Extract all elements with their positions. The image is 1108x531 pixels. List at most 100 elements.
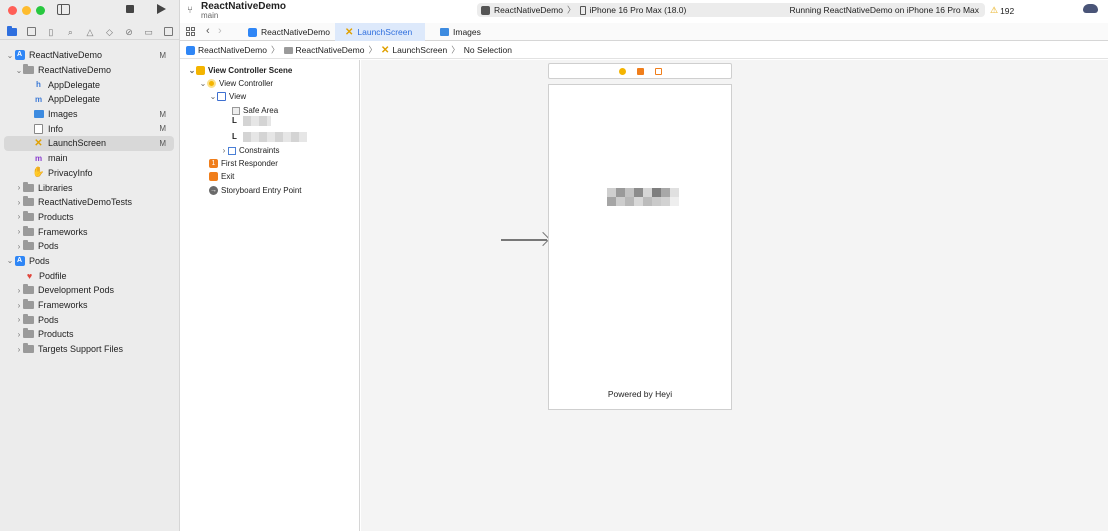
minimize-window-button[interactable] bbox=[22, 6, 31, 15]
warning-count: 192 bbox=[1000, 5, 1015, 16]
warning-triangle-icon: △ bbox=[86, 26, 94, 37]
tab-images[interactable]: Images bbox=[430, 23, 510, 41]
tree-row-group[interactable]: › ReactNativeDemoTests bbox=[0, 195, 180, 210]
find-tab[interactable]: ⌕ bbox=[65, 27, 75, 37]
chevron-right-icon[interactable]: › bbox=[15, 212, 23, 221]
outline-constraints[interactable]: › Constraints bbox=[220, 144, 280, 157]
tree-row-label: main bbox=[48, 153, 68, 164]
branch-name[interactable]: main bbox=[201, 11, 218, 20]
tree-row-group[interactable]: › Pods bbox=[0, 239, 180, 254]
chevron-left-icon[interactable]: ‹ bbox=[206, 25, 210, 37]
outline-label-item[interactable]: L bbox=[232, 130, 307, 143]
reports-tab[interactable] bbox=[163, 26, 173, 37]
tree-row-project[interactable]: ⌄ A ReactNativeDemo M bbox=[0, 48, 180, 63]
entry-point-arrow-icon[interactable] bbox=[501, 239, 547, 241]
tree-row-label: Frameworks bbox=[38, 226, 88, 237]
account-cloud-icon[interactable] bbox=[1083, 4, 1098, 13]
tree-row-file[interactable]: ♥ Podfile bbox=[0, 268, 180, 283]
warnings-indicator[interactable]: ⚠ 192 bbox=[990, 5, 1014, 16]
tree-row-file[interactable]: m main bbox=[0, 151, 180, 166]
scene-dock[interactable] bbox=[548, 63, 732, 79]
run-icon[interactable] bbox=[157, 4, 166, 14]
project-navigator-tab[interactable] bbox=[6, 25, 17, 37]
tree-row-file[interactable]: Images M bbox=[0, 107, 180, 122]
tree-row-group[interactable]: › Pods bbox=[0, 312, 180, 327]
chevron-right-icon[interactable]: › bbox=[15, 286, 23, 295]
entry-point-icon: → bbox=[209, 186, 218, 195]
chevron-right-icon[interactable]: › bbox=[15, 330, 23, 339]
tree-row-group[interactable]: › Products bbox=[0, 327, 180, 342]
window-controls bbox=[8, 6, 45, 15]
view-controller-icon[interactable] bbox=[618, 67, 626, 75]
exit-icon[interactable] bbox=[654, 67, 662, 75]
storyboard-icon: ✕ bbox=[345, 26, 354, 38]
tree-row-group[interactable]: › Targets Support Files bbox=[0, 342, 180, 357]
tree-row-file[interactable]: m AppDelegate bbox=[0, 92, 180, 107]
storyboard-canvas[interactable]: Powered by Heyi bbox=[361, 60, 1108, 531]
tab-reactnativedemo[interactable]: ReactNativeDemo bbox=[238, 23, 335, 41]
chevron-right-icon[interactable]: › bbox=[220, 146, 228, 155]
close-window-button[interactable] bbox=[8, 6, 17, 15]
chevron-right-icon[interactable]: › bbox=[15, 242, 23, 251]
chevron-down-icon[interactable]: ⌄ bbox=[6, 51, 14, 60]
tree-row-file-selected[interactable]: ✕ LaunchScreen M bbox=[4, 136, 174, 151]
launch-screen-preview[interactable]: Powered by Heyi bbox=[548, 84, 732, 410]
breadcrumb-item[interactable]: ReactNativeDemo bbox=[283, 45, 364, 55]
tab-label: ReactNativeDemo bbox=[261, 27, 330, 37]
scene-icon bbox=[196, 66, 205, 75]
chevron-down-icon[interactable]: ⌄ bbox=[209, 92, 217, 101]
tab-launchscreen[interactable]: ✕ LaunchScreen bbox=[335, 23, 425, 41]
device-selector[interactable]: iPhone 16 Pro Max (18.0) bbox=[590, 5, 687, 15]
chevron-right-icon[interactable]: › bbox=[15, 183, 23, 192]
breakpoints-tab[interactable]: ▭ bbox=[144, 27, 154, 37]
breadcrumb-item[interactable]: No Selection bbox=[464, 45, 512, 55]
tree-row-group[interactable]: › Frameworks bbox=[0, 224, 180, 239]
outline-view-controller[interactable]: ⌄ View Controller bbox=[199, 77, 273, 90]
chevron-right-icon[interactable]: › bbox=[218, 25, 222, 37]
tree-row-file[interactable]: ✋ PrivacyInfo bbox=[0, 166, 180, 181]
tree-row-label: Pods bbox=[38, 314, 59, 325]
tree-row-group[interactable]: › Frameworks bbox=[0, 298, 180, 313]
scheme-selector[interactable]: ReactNativeDemo bbox=[494, 5, 563, 15]
scheme-separator: 〉 bbox=[566, 5, 576, 15]
zoom-window-button[interactable] bbox=[36, 6, 45, 15]
stop-icon[interactable] bbox=[126, 5, 134, 13]
tree-row-label: AppDelegate bbox=[48, 79, 101, 90]
tree-row-group[interactable]: › Development Pods bbox=[0, 283, 180, 298]
navigator-tab-bar: ▯ ⌕ △ ◇ ⊘ ▭ bbox=[0, 24, 180, 40]
outline-exit[interactable]: Exit bbox=[209, 170, 234, 183]
issues-tab[interactable]: △ bbox=[85, 27, 95, 37]
breadcrumb-label: ReactNativeDemo bbox=[198, 45, 267, 55]
outline-scene[interactable]: ⌄ View Controller Scene bbox=[188, 64, 292, 77]
tree-row-label: Pods bbox=[38, 241, 59, 252]
bookmarks-tab[interactable]: ▯ bbox=[46, 27, 56, 37]
chevron-down-icon[interactable]: ⌄ bbox=[188, 66, 196, 75]
tree-row-group[interactable]: › Products bbox=[0, 210, 180, 225]
debug-tab[interactable]: ⊘ bbox=[124, 27, 134, 37]
chevron-right-icon[interactable]: › bbox=[15, 198, 23, 207]
related-items-grid-icon[interactable] bbox=[186, 27, 195, 36]
chevron-down-icon[interactable]: ⌄ bbox=[6, 256, 14, 265]
chevron-right-icon[interactable]: › bbox=[15, 301, 23, 310]
tree-row-group[interactable]: › Libraries bbox=[0, 180, 180, 195]
outline-label-item[interactable]: L bbox=[232, 114, 271, 127]
chevron-right-icon[interactable]: › bbox=[15, 315, 23, 324]
first-responder-icon[interactable] bbox=[636, 67, 644, 75]
breadcrumb-item[interactable]: ReactNativeDemo bbox=[186, 45, 267, 55]
tree-row-file[interactable]: Info M bbox=[0, 121, 180, 136]
chevron-down-icon[interactable]: ⌄ bbox=[199, 79, 207, 88]
chevron-right-icon[interactable]: › bbox=[15, 345, 23, 354]
tree-row-file[interactable]: h AppDelegate bbox=[0, 77, 180, 92]
breadcrumb-item[interactable]: ✕ LaunchScreen bbox=[381, 45, 447, 56]
outline-entry-point[interactable]: → Storyboard Entry Point bbox=[209, 184, 301, 197]
folder-icon bbox=[23, 313, 34, 324]
tree-row-group[interactable]: ⌄ ReactNativeDemo bbox=[0, 63, 180, 78]
sidebar-toggle-icon[interactable] bbox=[57, 4, 70, 15]
tests-tab[interactable]: ◇ bbox=[105, 27, 115, 37]
chevron-down-icon[interactable]: ⌄ bbox=[15, 66, 23, 75]
outline-view[interactable]: ⌄ View bbox=[209, 90, 246, 103]
outline-first-responder[interactable]: 1 First Responder bbox=[209, 157, 278, 170]
source-control-tab[interactable] bbox=[26, 26, 36, 37]
tree-row-project[interactable]: ⌄ A Pods bbox=[0, 254, 180, 269]
chevron-right-icon[interactable]: › bbox=[15, 227, 23, 236]
